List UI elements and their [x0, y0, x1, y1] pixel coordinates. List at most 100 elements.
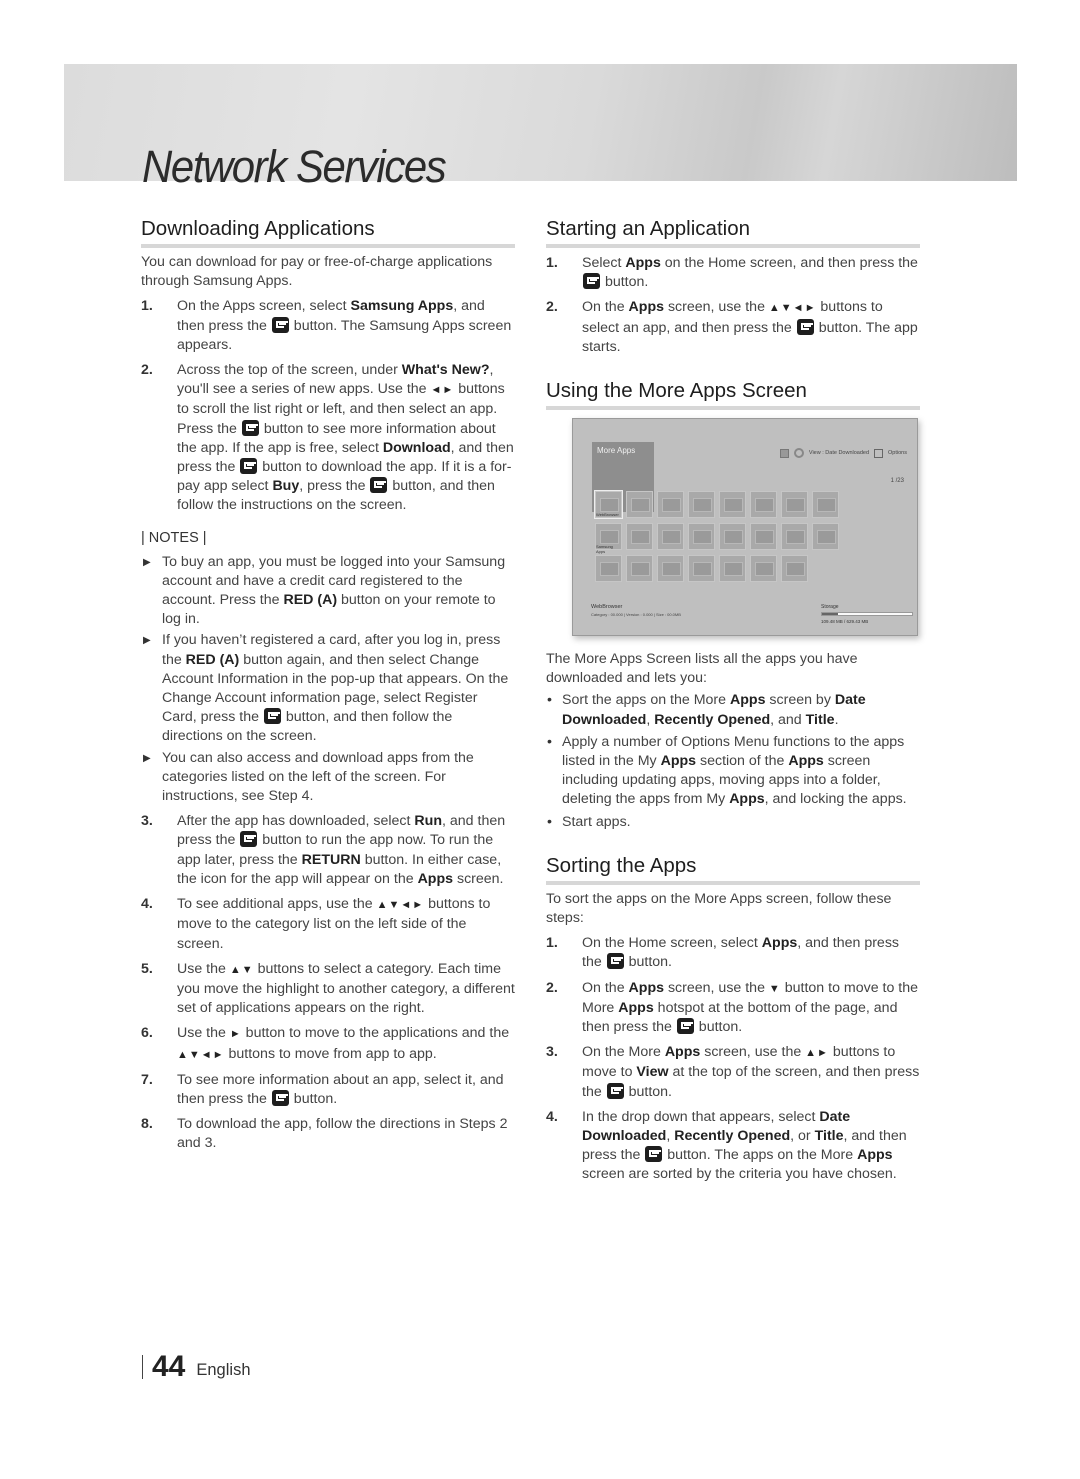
- arrow-buttons-icon: ▲▼◄►: [768, 302, 817, 315]
- page-title: Network Services: [142, 141, 447, 192]
- app-tile[interactable]: [812, 491, 839, 519]
- step-text: To see additional apps, use the ▲▼◄► but…: [177, 896, 491, 952]
- bullet-dot: •: [547, 813, 552, 830]
- step-text: On the Apps screen, select Samsung Apps,…: [177, 298, 512, 353]
- arrow-buttons-icon: ▲▼: [229, 963, 254, 976]
- numbered-step: 1. On the Home screen, select Apps, and t…: [546, 934, 920, 972]
- downloading-steps: 1. On the Apps screen, select Samsung App…: [141, 297, 515, 515]
- arrow-buttons-icon: ▲►: [805, 1047, 829, 1060]
- page-count: 1 /23: [890, 478, 904, 485]
- step-text: Use the ▲▼ buttons to select a category.…: [177, 960, 515, 1017]
- app-tile[interactable]: [781, 555, 808, 583]
- numbered-step: 1. On the Apps screen, select Samsung App…: [141, 297, 515, 355]
- enter-button-icon: [676, 1018, 694, 1035]
- app-tile[interactable]: [657, 523, 684, 551]
- note-item: ▶ If you haven’t registered a card, after…: [141, 631, 515, 746]
- app-tile[interactable]: [750, 491, 777, 519]
- app-tile[interactable]: [626, 491, 653, 519]
- starting-steps: 1. Select Apps on the Home screen, and th…: [546, 254, 920, 357]
- numbered-step: 7. To see more information about an app, …: [141, 1071, 515, 1109]
- bullet-text: Apply a number of Options Menu functions…: [562, 733, 907, 808]
- arrow-buttons-icon: ►: [229, 1028, 242, 1041]
- enter-button-icon: [271, 316, 289, 333]
- step-text: To download the app, follow the directio…: [177, 1116, 508, 1152]
- view-sort-label[interactable]: View : Date Downloaded: [809, 450, 869, 456]
- triangle-bullet-icon: ▶: [143, 635, 151, 647]
- arrow-buttons-icon: ▲▼◄►: [177, 1048, 225, 1061]
- numbered-step: 6. Use the ► button to move to the applic…: [141, 1024, 515, 1064]
- numbered-step: 8. To download the app, follow the direct…: [141, 1115, 515, 1153]
- app-tile[interactable]: [626, 523, 653, 551]
- numbered-step: 1. Select Apps on the Home screen, and th…: [546, 254, 920, 292]
- storage-fill: [822, 613, 838, 616]
- app-tile[interactable]: [750, 523, 777, 551]
- arrow-buttons-icon: ▼: [768, 982, 781, 995]
- storage-label: Storage: [821, 604, 839, 611]
- bullet-dot: •: [547, 692, 552, 709]
- step-text: Select Apps on the Home screen, and then…: [582, 255, 918, 291]
- step-text: Across the top of the screen, under What…: [177, 362, 514, 514]
- app-tile[interactable]: [781, 523, 808, 551]
- app-tile[interactable]: [719, 491, 746, 519]
- numbered-step: 2. Across the top of the screen, under Wh…: [141, 361, 515, 516]
- step-number: 5.: [141, 960, 153, 977]
- view-icon: [793, 448, 804, 459]
- section-heading-sorting: Sorting the Apps: [546, 852, 920, 885]
- numbered-step: 5. Use the ▲▼ buttons to select a categor…: [141, 960, 515, 1019]
- step-number: 1.: [546, 255, 558, 271]
- step-number: 2.: [546, 979, 558, 996]
- notes-label: | NOTES |: [141, 529, 207, 546]
- note-text: If you haven’t registered a card, after …: [162, 632, 509, 745]
- step-text: Use the ► button to move to the applicat…: [177, 1025, 510, 1062]
- note-item: ▶ To buy an app, you must be logged into …: [141, 553, 515, 630]
- section-heading-more-apps: Using the More Apps Screen: [546, 377, 920, 411]
- step-number: 7.: [141, 1071, 153, 1088]
- step-text: To see more information about an app, se…: [177, 1071, 504, 1107]
- app-tile[interactable]: [657, 491, 684, 519]
- app-tile[interactable]: [750, 555, 777, 583]
- step-text: In the drop down that appears, select Da…: [582, 1108, 907, 1183]
- downloading-steps-continued: 3. After the app has downloaded, select R…: [141, 812, 515, 1153]
- right-column: Starting an Application 1. Select Apps on…: [546, 215, 920, 1185]
- options-label[interactable]: Options: [888, 450, 907, 456]
- app-tile[interactable]: [626, 555, 653, 583]
- options-icon: [874, 448, 884, 458]
- bullet-text: Start apps.: [562, 813, 631, 830]
- more-apps-bullets: • Sort the apps on the More Apps screen b…: [546, 691, 920, 831]
- tv-screen: More Apps View : Date Downloaded Options…: [572, 418, 918, 637]
- bullet-item: • Sort the apps on the More Apps screen b…: [546, 691, 920, 729]
- footer-divider: [142, 1355, 143, 1379]
- app-tile[interactable]: [657, 555, 684, 583]
- triangle-bullet-icon: ▶: [143, 556, 151, 568]
- sorting-intro: To sort the apps on the More Apps screen…: [546, 890, 892, 927]
- app-tile[interactable]: [688, 491, 715, 519]
- numbered-step: 2. On the Apps screen, use the ▼ button t…: [546, 979, 920, 1038]
- app-tile[interactable]: [688, 555, 715, 583]
- app-tile[interactable]: [719, 523, 746, 551]
- app-tile[interactable]: [719, 555, 746, 583]
- step-number: 8.: [141, 1116, 153, 1133]
- note-text: To buy an app, you must be logged into y…: [162, 553, 506, 628]
- step-number: 2.: [141, 362, 153, 379]
- selected-app-name: WebBrowser: [591, 604, 623, 611]
- step-number: 1.: [141, 298, 153, 315]
- enter-button-icon: [583, 273, 600, 290]
- user-icon: [779, 448, 789, 458]
- app-tile[interactable]: [688, 523, 715, 551]
- numbered-step: 4. To see additional apps, use the ▲▼◄► b…: [141, 895, 515, 954]
- step-text: On the Apps screen, use the ▼ button to …: [582, 979, 919, 1036]
- step-text: On the Apps screen, use the ▲▼◄► buttons…: [582, 299, 918, 355]
- app-tile[interactable]: [781, 491, 808, 519]
- step-number: 3.: [546, 1044, 558, 1061]
- app-tile[interactable]: [812, 523, 839, 551]
- numbered-step: 3. On the More Apps screen, use the ▲► bu…: [546, 1043, 920, 1102]
- enter-button-icon: [240, 831, 258, 848]
- bullet-item: • Apply a number of Options Menu function…: [546, 733, 920, 810]
- note-text: You can also access and download apps fr…: [162, 749, 474, 805]
- bullet-item: • Start apps.: [546, 813, 920, 832]
- sorting-steps: 1. On the Home screen, select Apps, and t…: [546, 934, 920, 1184]
- app-tile[interactable]: [595, 555, 622, 583]
- footer-language: English: [196, 1360, 251, 1379]
- section-heading-starting: Starting an Application: [546, 215, 920, 248]
- selected-app-meta: Category : 00.000 | Version : 0.000 | Si…: [591, 612, 681, 618]
